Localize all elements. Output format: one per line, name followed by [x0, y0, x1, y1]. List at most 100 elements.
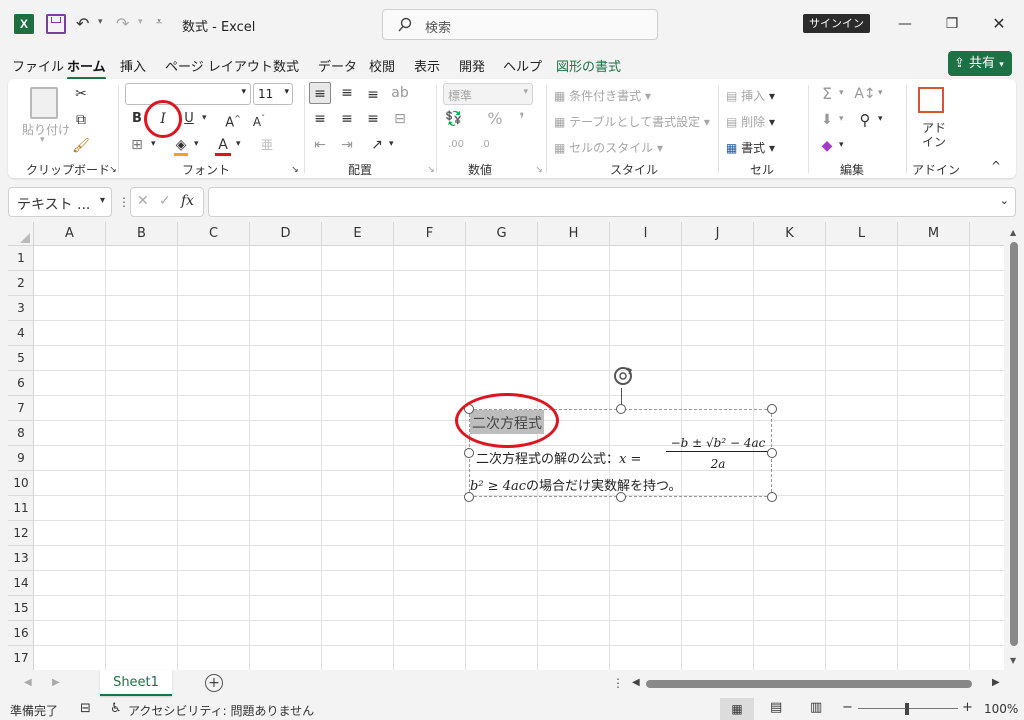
resize-handle-n[interactable] [616, 404, 626, 414]
restore-icon[interactable]: ❐ [940, 12, 964, 36]
row-header-9[interactable]: 9 [8, 446, 34, 471]
row-header-13[interactable]: 13 [8, 546, 34, 571]
clear-icon[interactable]: ◆ [816, 135, 838, 157]
border-dropdown-icon[interactable]: ▾ [151, 139, 156, 149]
resize-handle-se[interactable] [767, 492, 777, 502]
accessibility-icon[interactable]: ♿ [110, 701, 122, 716]
format-cells-button[interactable]: ▦ 書式 ▾ [726, 139, 775, 156]
row-header-4[interactable]: 4 [8, 321, 34, 346]
format-as-table-button[interactable]: ▦ テーブルとして書式設定 ▾ [554, 113, 710, 130]
tab-help[interactable]: ヘルプ [503, 56, 542, 75]
align-top-icon[interactable]: ≡ [309, 82, 331, 104]
font-color-icon[interactable]: A [212, 134, 234, 156]
macro-record-icon[interactable]: ⊟ [80, 701, 91, 716]
more-options-icon[interactable]: ⋮ [118, 195, 130, 209]
insert-function-icon[interactable]: fx [181, 193, 194, 209]
zoom-in-icon[interactable]: + [962, 700, 973, 715]
zoom-out-icon[interactable]: − [842, 700, 853, 715]
column-header-l[interactable]: L [826, 222, 898, 246]
paste-dropdown-icon[interactable]: ▾ [40, 135, 45, 145]
page-layout-view-icon[interactable]: ▤ [770, 700, 782, 715]
scroll-up-icon[interactable]: ▲ [1010, 228, 1016, 237]
cell-styles-button[interactable]: ▦ セルのスタイル ▾ [554, 139, 663, 156]
next-sheet-icon[interactable]: ▶ [52, 677, 60, 688]
format-painter-icon[interactable]: 🖌 [70, 135, 92, 157]
signin-button[interactable]: サインイン [803, 14, 870, 33]
tab-view[interactable]: 表示 [414, 56, 440, 75]
column-header-h[interactable]: H [538, 222, 610, 246]
resize-handle-s[interactable] [616, 492, 626, 502]
tab-file[interactable]: ファイル [12, 56, 64, 75]
column-header-i[interactable]: I [610, 222, 682, 246]
column-header-e[interactable]: E [322, 222, 394, 246]
tab-shape-format[interactable]: 図形の書式 [556, 56, 621, 75]
horizontal-scroll-thumb[interactable] [646, 680, 972, 688]
font-name-dropdown[interactable]: ▾ [125, 83, 251, 105]
grow-font-icon[interactable]: A^ [222, 108, 244, 130]
comma-style-icon[interactable]: ❜ [511, 108, 533, 130]
redo-dropdown-icon[interactable]: ▾ [138, 17, 143, 27]
align-bottom-icon[interactable]: ≡ [362, 84, 384, 106]
customize-toolbar-icon[interactable]: ⩡ [156, 15, 162, 29]
autosum-icon[interactable]: Σ [816, 83, 838, 105]
row-header-8[interactable]: 8 [8, 421, 34, 446]
scroll-left-icon[interactable]: ◀ [632, 677, 640, 688]
scroll-right-icon[interactable]: ▶ [992, 677, 1000, 688]
resize-handle-e[interactable] [767, 448, 777, 458]
select-all-button[interactable] [8, 222, 34, 246]
formula-line-1[interactable]: 二次方程式の解の公式：x = [476, 448, 641, 467]
formula-input[interactable]: ⌄ [208, 187, 1016, 217]
fill-color-dropdown-icon[interactable]: ▾ [194, 139, 199, 149]
row-header-6[interactable]: 6 [8, 371, 34, 396]
row-header-15[interactable]: 15 [8, 596, 34, 621]
row-header-1[interactable]: 1 [8, 246, 34, 271]
tab-formulas[interactable]: 数式 [273, 56, 299, 75]
row-header-10[interactable]: 10 [8, 471, 34, 496]
column-header-m[interactable]: M [898, 222, 970, 246]
text-direction-icon[interactable]: ab [389, 82, 411, 104]
normal-view-icon[interactable]: ▦ [720, 698, 754, 720]
accessibility-status[interactable]: アクセシビリティ: 問題ありません [128, 702, 314, 719]
resize-handle-sw[interactable] [464, 492, 474, 502]
row-header-3[interactable]: 3 [8, 296, 34, 321]
row-header-17[interactable]: 17 [8, 646, 34, 670]
row-header-14[interactable]: 14 [8, 571, 34, 596]
delete-cells-button[interactable]: ▤ 削除 ▾ [726, 113, 775, 130]
clipboard-launcher-icon[interactable]: ↘ [102, 159, 124, 181]
increase-indent-icon[interactable]: ⇥ [336, 134, 358, 156]
alignment-launcher-icon[interactable]: ↘ [420, 159, 442, 181]
redo-icon[interactable]: ↷ [116, 14, 129, 33]
undo-icon[interactable]: ↶ [76, 14, 89, 33]
tab-home[interactable]: ホーム [67, 56, 106, 80]
column-header-j[interactable]: J [682, 222, 754, 246]
paste-icon[interactable] [30, 87, 58, 119]
resize-handle-ne[interactable] [767, 404, 777, 414]
orientation-dropdown-icon[interactable]: ▾ [389, 139, 394, 149]
page-break-view-icon[interactable]: ▥ [810, 700, 822, 715]
tab-data[interactable]: データ [318, 56, 357, 75]
row-header-12[interactable]: 12 [8, 521, 34, 546]
tab-page-layout[interactable]: ページ レイアウト [165, 56, 273, 75]
minimize-icon[interactable]: — [893, 12, 917, 36]
rotate-handle-icon[interactable] [609, 364, 637, 392]
column-header-c[interactable]: C [178, 222, 250, 246]
search-box[interactable]: 検索 [382, 9, 658, 40]
find-select-icon[interactable]: ⚲ [854, 109, 876, 131]
column-header-a[interactable]: A [34, 222, 106, 246]
row-header-2[interactable]: 2 [8, 271, 34, 296]
phonetic-icon[interactable]: 亜 [256, 134, 278, 156]
addins-button-label[interactable]: アド イン [922, 121, 946, 149]
enter-icon[interactable]: ✓ [159, 193, 171, 209]
insert-cells-button[interactable]: ▤ 挿入 ▾ [726, 87, 775, 104]
share-button[interactable]: ⇪ 共有 ▾ [948, 51, 1012, 76]
decrease-decimal-icon[interactable]: .0 [474, 134, 496, 156]
accounting-format-icon[interactable]: 💱 [443, 108, 465, 130]
add-sheet-icon[interactable]: + [205, 674, 223, 692]
fill-icon[interactable]: ⬇ [816, 109, 838, 131]
resize-handle-w[interactable] [464, 448, 474, 458]
vertical-scrollbar[interactable]: ▲ ▼ [1004, 222, 1024, 670]
zoom-slider-thumb[interactable] [905, 703, 909, 715]
column-header-d[interactable]: D [250, 222, 322, 246]
percent-style-icon[interactable]: % [484, 108, 506, 130]
font-color-dropdown-icon[interactable]: ▾ [236, 139, 241, 149]
